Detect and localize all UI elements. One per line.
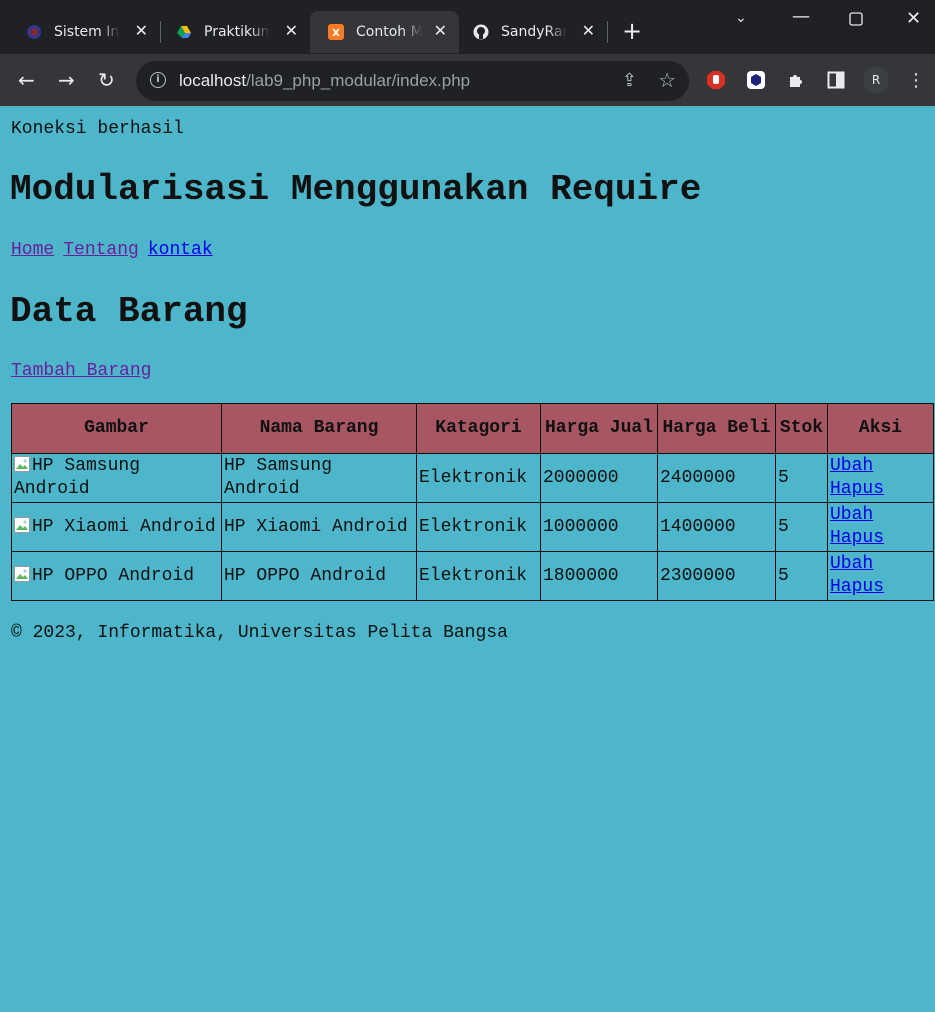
share-icon[interactable]: ⇪ [622, 70, 637, 91]
close-tab-icon[interactable]: ✕ [285, 21, 298, 40]
item-buy-price: 2300000 [657, 551, 776, 601]
item-category: Elektronik [416, 453, 541, 503]
tab-title: Contoh Modularisasi [356, 24, 422, 40]
item-image: HP Samsung Android [11, 453, 222, 503]
close-window-icon[interactable]: ✕ [906, 8, 921, 29]
item-category: Elektronik [416, 551, 541, 601]
delete-link[interactable]: Hapus [830, 576, 931, 599]
svg-text:X: X [332, 28, 340, 39]
item-name: HP OPPO Android [221, 551, 417, 601]
adblock-icon[interactable] [706, 70, 726, 90]
item-name: HP Xiaomi Android [221, 502, 417, 552]
browser-tab[interactable]: Praktikum ✕ [158, 11, 310, 53]
edit-link[interactable]: Ubah [830, 553, 931, 576]
tab-title: SandyRamadhan [501, 24, 567, 40]
broken-image-icon [14, 456, 30, 472]
extension-icon[interactable] [746, 70, 766, 90]
footer-text: © 2023, Informatika, Universitas Pelita … [11, 623, 508, 643]
menu-kebab-icon[interactable]: ⋮ [906, 70, 926, 91]
maximize-icon[interactable] [849, 11, 863, 30]
github-icon [473, 24, 489, 40]
items-table: Gambar Nama Barang Katagori Harga Jual H… [11, 403, 934, 601]
minimize-icon[interactable]: — [792, 6, 810, 27]
menu-tentang-link[interactable]: Tentang [63, 240, 139, 260]
main-menu: Home Tentang kontak [11, 240, 222, 260]
menu-kontak-link[interactable]: kontak [148, 240, 213, 260]
reload-icon[interactable]: ↻ [98, 68, 115, 92]
item-stock: 5 [775, 453, 828, 503]
item-image: HP Xiaomi Android [11, 502, 222, 552]
item-actions: Ubah Hapus [827, 502, 934, 552]
col-aksi: Aksi [827, 403, 934, 454]
item-stock: 5 [775, 551, 828, 601]
item-sell-price: 1000000 [540, 502, 658, 552]
close-tab-icon[interactable]: ✕ [582, 21, 595, 40]
image-alt-text: HP Xiaomi Android [32, 516, 216, 537]
browser-tab-active[interactable]: X Contoh Modularisasi ✕ [310, 11, 459, 53]
edit-link[interactable]: Ubah [830, 504, 931, 527]
delete-link[interactable]: Hapus [830, 478, 931, 501]
close-tab-icon[interactable]: ✕ [135, 21, 148, 40]
address-bar[interactable]: i localhost/lab9_php_modular/index.php ⇪… [136, 61, 689, 101]
page-title: Modularisasi Menggunakan Require [10, 169, 702, 210]
extensions-puzzle-icon[interactable] [786, 70, 806, 90]
item-buy-price: 2400000 [657, 453, 776, 503]
profile-avatar[interactable]: R [863, 67, 889, 93]
new-tab-icon[interactable]: + [622, 19, 642, 43]
xampp-icon: X [328, 24, 344, 40]
bookmark-star-icon[interactable]: ☆ [658, 68, 676, 92]
connection-status: Koneksi berhasil [11, 119, 184, 139]
tab-title: Praktikum [204, 24, 270, 40]
item-sell-price: 1800000 [540, 551, 658, 601]
table-header-row: Gambar Nama Barang Katagori Harga Jual H… [11, 403, 934, 454]
item-sell-price: 2000000 [540, 453, 658, 503]
university-icon [26, 24, 42, 40]
close-tab-icon[interactable]: ✕ [434, 21, 447, 40]
broken-image-icon [14, 516, 30, 533]
image-alt-text: HP Samsung Android [14, 456, 141, 499]
item-actions: Ubah Hapus [827, 453, 934, 503]
tab-strip: Sistem Informasi ✕ Praktikum ✕ X Contoh … [0, 0, 935, 54]
col-harga-beli: Harga Beli [657, 403, 776, 454]
col-harga-jual: Harga Jual [540, 403, 658, 454]
forward-icon[interactable]: → [58, 68, 75, 92]
url-text[interactable]: localhost/lab9_php_modular/index.php [179, 71, 470, 91]
browser-toolbar: ← → ↻ i localhost/lab9_php_modular/index… [0, 54, 935, 106]
col-nama: Nama Barang [221, 403, 417, 454]
edit-link[interactable]: Ubah [830, 455, 931, 478]
broken-image-icon [14, 565, 30, 582]
side-panel-icon[interactable] [826, 70, 846, 90]
item-category: Elektronik [416, 502, 541, 552]
site-info-icon[interactable]: i [150, 72, 166, 88]
table-row: HP Xiaomi Android HP Xiaomi Android Elek… [11, 502, 934, 552]
page-content: Koneksi berhasil Modularisasi Menggunaka… [0, 106, 935, 1012]
image-alt-text: HP OPPO Android [32, 565, 195, 586]
google-drive-icon [176, 24, 192, 40]
item-actions: Ubah Hapus [827, 551, 934, 601]
menu-home-link[interactable]: Home [11, 240, 54, 260]
table-row: HP OPPO Android HP OPPO Android Elektron… [11, 551, 934, 601]
table-row: HP Samsung Android HP Samsung Android El… [11, 453, 934, 503]
tab-search-icon[interactable]: ⌄ [735, 10, 747, 26]
item-image: HP OPPO Android [11, 551, 222, 601]
item-buy-price: 1400000 [657, 502, 776, 552]
back-icon[interactable]: ← [18, 68, 35, 92]
col-stok: Stok [775, 403, 828, 454]
browser-tab[interactable]: SandyRamadhan ✕ [455, 11, 607, 53]
browser-tab[interactable]: Sistem Informasi ✕ [8, 11, 160, 53]
item-name: HP Samsung Android [221, 453, 417, 503]
tab-title: Sistem Informasi [54, 24, 120, 40]
item-stock: 5 [775, 502, 828, 552]
section-title: Data Barang [10, 291, 248, 332]
delete-link[interactable]: Hapus [830, 527, 931, 550]
col-kategori: Katagori [416, 403, 541, 454]
tab-divider [607, 21, 608, 43]
add-item-link[interactable]: Tambah Barang [11, 361, 151, 381]
col-gambar: Gambar [11, 403, 222, 454]
